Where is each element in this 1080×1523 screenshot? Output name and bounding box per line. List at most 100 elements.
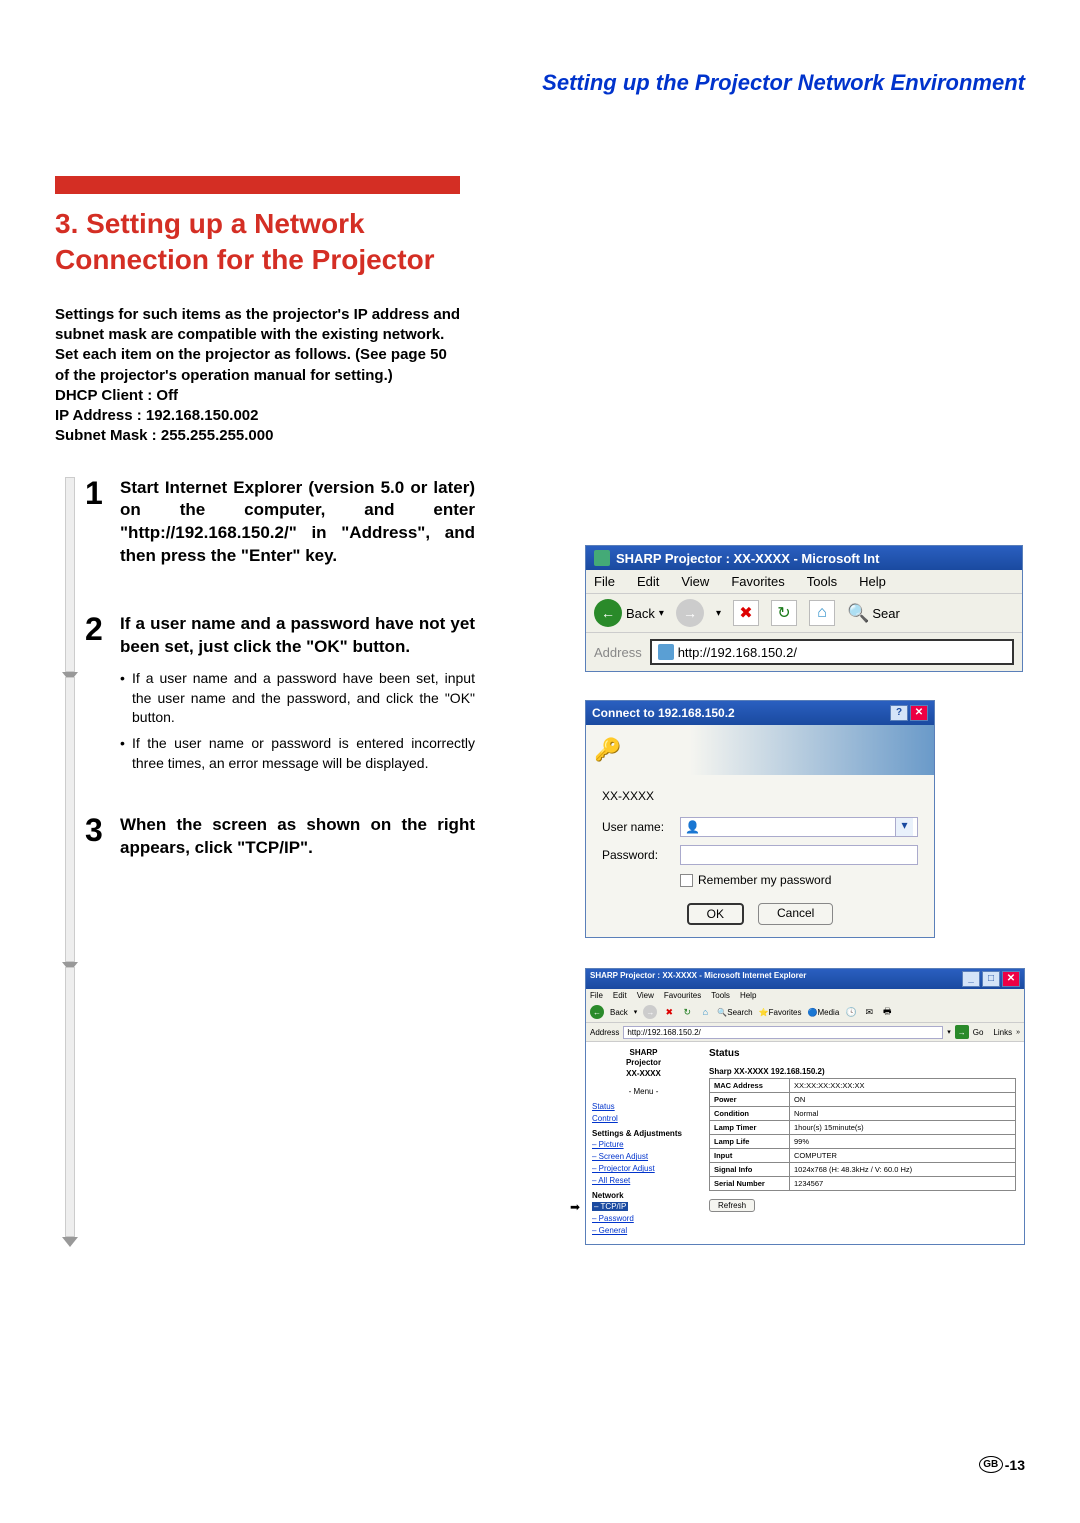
menu-tools[interactable]: Tools [711,991,730,1000]
stop-icon[interactable]: ✖ [733,600,759,626]
pointer-arrow-icon: ➡ [570,1200,580,1214]
sidebar-password-link[interactable]: – Password [592,1214,695,1223]
back-button[interactable]: ← Back ▾ [594,599,664,627]
forward-button[interactable]: → [676,599,704,627]
login-model: XX-XXXX [602,789,918,803]
page-icon [658,644,674,660]
menu-favorites[interactable]: Favorites [731,574,784,589]
home-icon[interactable]: ⌂ [699,1006,711,1018]
password-label: Password: [602,848,680,862]
go-label: Go [973,1028,984,1037]
search-button[interactable]: 🔍Search [717,1008,752,1017]
step-number: 3 [85,814,120,870]
menubar: File Edit View Favorites Tools Help [586,570,1022,594]
address-input[interactable]: http://192.168.150.2/ [623,1026,943,1039]
search-button[interactable]: 🔍 Sear [847,603,900,624]
menu-view[interactable]: View [681,574,709,589]
page-footer: GB -13 [979,1456,1025,1473]
back-label: Back [610,1008,628,1017]
sidebar-general-link[interactable]: – General [592,1226,695,1235]
table-row: ConditionNormal [710,1107,1016,1121]
refresh-icon[interactable]: ↻ [681,1006,693,1018]
address-input[interactable]: http://192.168.150.2/ [650,639,1014,665]
ie-icon [594,550,610,566]
user-icon: 👤 [685,820,700,834]
window-titlebar: SHARP Projector : XX-XXXX - Microsoft In… [586,546,1022,570]
refresh-icon[interactable]: ↻ [771,600,797,626]
menu-favorites[interactable]: Favourites [664,991,701,1000]
back-button[interactable]: ← [590,1005,604,1019]
address-label: Address [590,1028,619,1037]
password-input[interactable] [680,845,918,865]
step-bullet: If a user name and a password have been … [120,669,475,728]
intro-text: Settings for such items as the projector… [55,305,465,447]
window-title: SHARP Projector : XX-XXXX - Microsoft In… [616,551,879,566]
remember-checkbox[interactable] [680,874,693,887]
sidebar-projector-link[interactable]: – Projector Adjust [592,1164,695,1173]
menu-help[interactable]: Help [740,991,756,1000]
keys-icon: 🔑 [594,737,621,763]
section-title: 3. Setting up a Network Connection for t… [55,206,465,279]
login-dialog: Connect to 192.168.150.2 ? ✕ 🔑 XX-XXXX U… [585,700,935,938]
menu-file[interactable]: File [594,574,615,589]
forward-button[interactable]: → [643,1005,657,1019]
page-number: -13 [1005,1457,1025,1473]
page-header: Setting up the Projector Network Environ… [55,70,1025,96]
ie-window: SHARP Projector : XX-XXXX - Microsoft In… [585,545,1023,672]
refresh-button[interactable]: Refresh [709,1199,755,1212]
back-arrow-icon: ← [594,599,622,627]
step-bullet: If the user name or password is entered … [120,734,475,773]
go-button[interactable]: → [955,1025,969,1039]
dropdown-icon[interactable]: ▾ [895,818,913,836]
print-icon[interactable]: 🖶 [881,1006,893,1018]
help-button[interactable]: ? [890,705,908,721]
dialog-titlebar: Connect to 192.168.150.2 ? ✕ [586,701,934,725]
history-icon[interactable]: 🕓 [845,1006,857,1018]
close-button[interactable]: ✕ [1002,971,1020,987]
table-row: Serial Number1234567 [710,1177,1016,1191]
dialog-banner: 🔑 [586,725,934,775]
table-row: InputCOMPUTER [710,1149,1016,1163]
table-row: MAC AddressXX:XX:XX:XX:XX:XX [710,1079,1016,1093]
table-row: Lamp Timer1hour(s) 15minute(s) [710,1121,1016,1135]
maximize-button[interactable]: □ [982,971,1000,987]
media-button[interactable]: 🔵Media [808,1008,840,1017]
status-window: SHARP Projector : XX-XXXX - Microsoft In… [585,968,1025,1245]
sidebar-status-link[interactable]: Status [592,1102,695,1111]
menu-help[interactable]: Help [859,574,886,589]
address-bar: Address http://192.168.150.2/ ▾ → Go Lin… [586,1023,1024,1042]
mail-icon[interactable]: ✉ [863,1006,875,1018]
menu-edit[interactable]: Edit [637,574,659,589]
sidebar-control-link[interactable]: Control [592,1114,695,1123]
step-number: 1 [85,477,120,579]
sidebar-screen-link[interactable]: – Screen Adjust [592,1152,695,1161]
menu-tools[interactable]: Tools [807,574,837,589]
ok-button[interactable]: OK [687,903,744,925]
toolbar: ← Back ▾ → ▾ ✖ ↻ ⌂ 🔍 Sear [586,594,1022,633]
toolbar: ← Back ▾ → ✖ ↻ ⌂ 🔍Search ⭐Favorites 🔵Med… [586,1002,1024,1023]
step-heading: When the screen as shown on the right ap… [120,814,475,860]
menu-edit[interactable]: Edit [613,991,627,1000]
minimize-button[interactable]: _ [962,971,980,987]
window-titlebar: SHARP Projector : XX-XXXX - Microsoft In… [586,969,1024,989]
section-accent-bar [55,176,460,194]
menubar: File Edit View Favourites Tools Help [586,989,1024,1002]
sidebar-allreset-link[interactable]: – All Reset [592,1176,695,1185]
stop-icon[interactable]: ✖ [663,1006,675,1018]
gb-badge: GB [979,1456,1003,1473]
home-icon[interactable]: ⌂ [809,600,835,626]
links-label[interactable]: Links [993,1028,1012,1037]
close-button[interactable]: ✕ [910,705,928,721]
cancel-button[interactable]: Cancel [758,903,833,925]
status-table: MAC AddressXX:XX:XX:XX:XX:XX PowerON Con… [709,1078,1016,1191]
address-label: Address [594,645,642,660]
menu-file[interactable]: File [590,991,603,1000]
chevron-down-icon [62,1237,78,1247]
address-bar: Address http://192.168.150.2/ [586,633,1022,671]
favorites-button[interactable]: ⭐Favorites [759,1008,802,1017]
username-input[interactable]: 👤 ▾ [680,817,918,837]
step-heading: Start Internet Explorer (version 5.0 or … [120,477,475,569]
menu-view[interactable]: View [637,991,654,1000]
sidebar-tcpip-link[interactable]: – TCP/IP [592,1202,695,1211]
sidebar-picture-link[interactable]: – Picture [592,1140,695,1149]
